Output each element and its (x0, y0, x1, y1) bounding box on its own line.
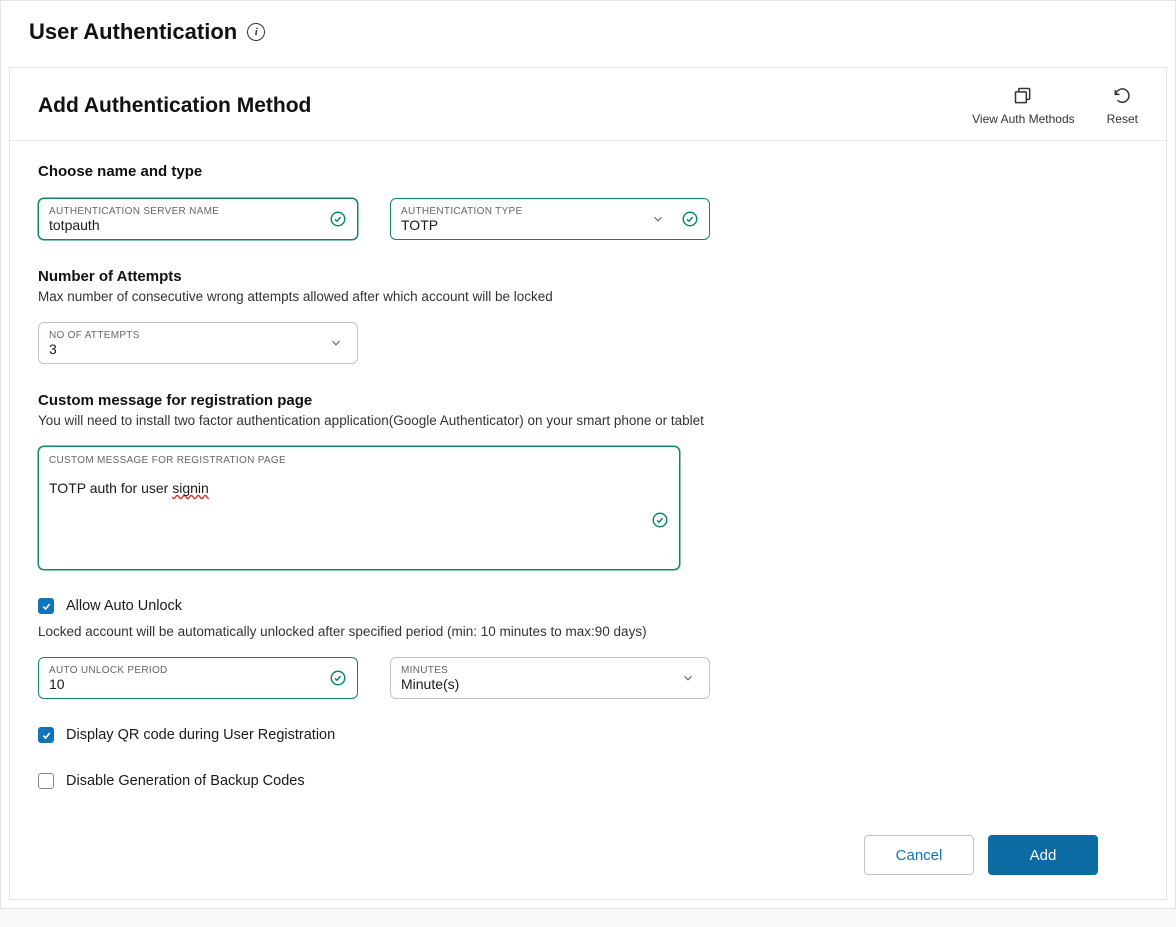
custom-msg-input[interactable]: TOTP auth for user signin (49, 480, 637, 540)
view-auth-methods-label: View Auth Methods (972, 112, 1075, 126)
disable-backup-label: Disable Generation of Backup Codes (66, 773, 305, 789)
section-custom-msg-sub: You will need to install two factor auth… (38, 413, 1138, 428)
panel-title: Add Authentication Method (38, 94, 311, 118)
checkmark-icon (41, 730, 52, 741)
custom-msg-field[interactable]: CUSTOM MESSAGE FOR REGISTRATION PAGE TOT… (38, 446, 680, 570)
footer-actions: Cancel Add (38, 825, 1138, 877)
auto-unlock-unit-value: Minute(s) (401, 676, 675, 692)
no-of-attempts-field[interactable]: NO OF ATTEMPTS 3 (38, 322, 358, 364)
custom-msg-text-pre: TOTP auth for user (49, 480, 172, 496)
reset-icon (1112, 86, 1132, 106)
row-attempts: NO OF ATTEMPTS 3 (38, 322, 1138, 364)
no-of-attempts-label: NO OF ATTEMPTS (49, 330, 323, 341)
no-of-attempts-value: 3 (49, 341, 323, 357)
section-name-type-title: Choose name and type (38, 163, 1138, 180)
custom-msg-label: CUSTOM MESSAGE FOR REGISTRATION PAGE (49, 455, 637, 466)
form-body: Choose name and type AUTHENTICATION SERV… (10, 141, 1166, 899)
section-custom-msg-title: Custom message for registration page (38, 392, 1138, 409)
section-attempts-sub: Max number of consecutive wrong attempts… (38, 289, 1138, 304)
disable-backup-row: Disable Generation of Backup Codes (38, 773, 1138, 789)
allow-auto-unlock-checkbox[interactable] (38, 598, 54, 614)
add-button[interactable]: Add (988, 835, 1098, 875)
disable-backup-checkbox[interactable] (38, 773, 54, 789)
custom-msg-text-err: signin (172, 480, 209, 496)
windows-icon (1013, 86, 1033, 106)
cancel-button[interactable]: Cancel (864, 835, 974, 875)
auth-type-value: TOTP (401, 217, 667, 233)
reset-button[interactable]: Reset (1107, 86, 1138, 126)
row-auto-unlock: AUTO UNLOCK PERIOD MINUTES Minute(s) (38, 657, 1138, 699)
view-auth-methods-button[interactable]: View Auth Methods (972, 86, 1075, 126)
page-container: User Authentication i Add Authentication… (0, 0, 1176, 909)
auth-server-name-field[interactable]: AUTHENTICATION SERVER NAME (38, 198, 358, 240)
panel-header: Add Authentication Method View Auth Meth… (10, 68, 1166, 141)
chevron-down-icon (681, 671, 695, 685)
display-qr-label: Display QR code during User Registration (66, 727, 335, 743)
row-name-type: AUTHENTICATION SERVER NAME AUTHENTICATIO… (38, 198, 1138, 240)
auto-unlock-period-input[interactable] (49, 676, 315, 692)
section-attempts-title: Number of Attempts (38, 268, 1138, 285)
check-circle-icon (329, 669, 347, 687)
check-circle-icon (651, 511, 669, 529)
reset-label: Reset (1107, 112, 1138, 126)
page-title: User Authentication (29, 19, 237, 45)
auth-type-field[interactable]: AUTHENTICATION TYPE TOTP (390, 198, 710, 240)
chevron-down-icon (329, 336, 343, 350)
info-icon[interactable]: i (247, 23, 265, 41)
row-custom-msg: CUSTOM MESSAGE FOR REGISTRATION PAGE TOT… (38, 446, 1138, 570)
checkmark-icon (41, 601, 52, 612)
auto-unlock-period-label: AUTO UNLOCK PERIOD (49, 665, 315, 676)
page-header: User Authentication i (1, 1, 1175, 63)
auto-unlock-period-field[interactable]: AUTO UNLOCK PERIOD (38, 657, 358, 699)
panel-actions: View Auth Methods Reset (972, 86, 1138, 126)
allow-auto-unlock-label: Allow Auto Unlock (66, 598, 182, 614)
auth-type-label: AUTHENTICATION TYPE (401, 206, 667, 217)
check-circle-icon (329, 210, 347, 228)
check-circle-icon (681, 210, 699, 228)
auto-unlock-unit-label: MINUTES (401, 665, 675, 676)
auto-unlock-unit-field[interactable]: MINUTES Minute(s) (390, 657, 710, 699)
auth-server-name-label: AUTHENTICATION SERVER NAME (49, 206, 315, 217)
display-qr-checkbox[interactable] (38, 727, 54, 743)
auth-server-name-input[interactable] (49, 217, 315, 233)
form-panel: Add Authentication Method View Auth Meth… (9, 67, 1167, 900)
display-qr-row: Display QR code during User Registration (38, 727, 1138, 743)
allow-auto-unlock-row: Allow Auto Unlock (38, 598, 1138, 614)
auto-unlock-sub: Locked account will be automatically unl… (38, 624, 1138, 639)
